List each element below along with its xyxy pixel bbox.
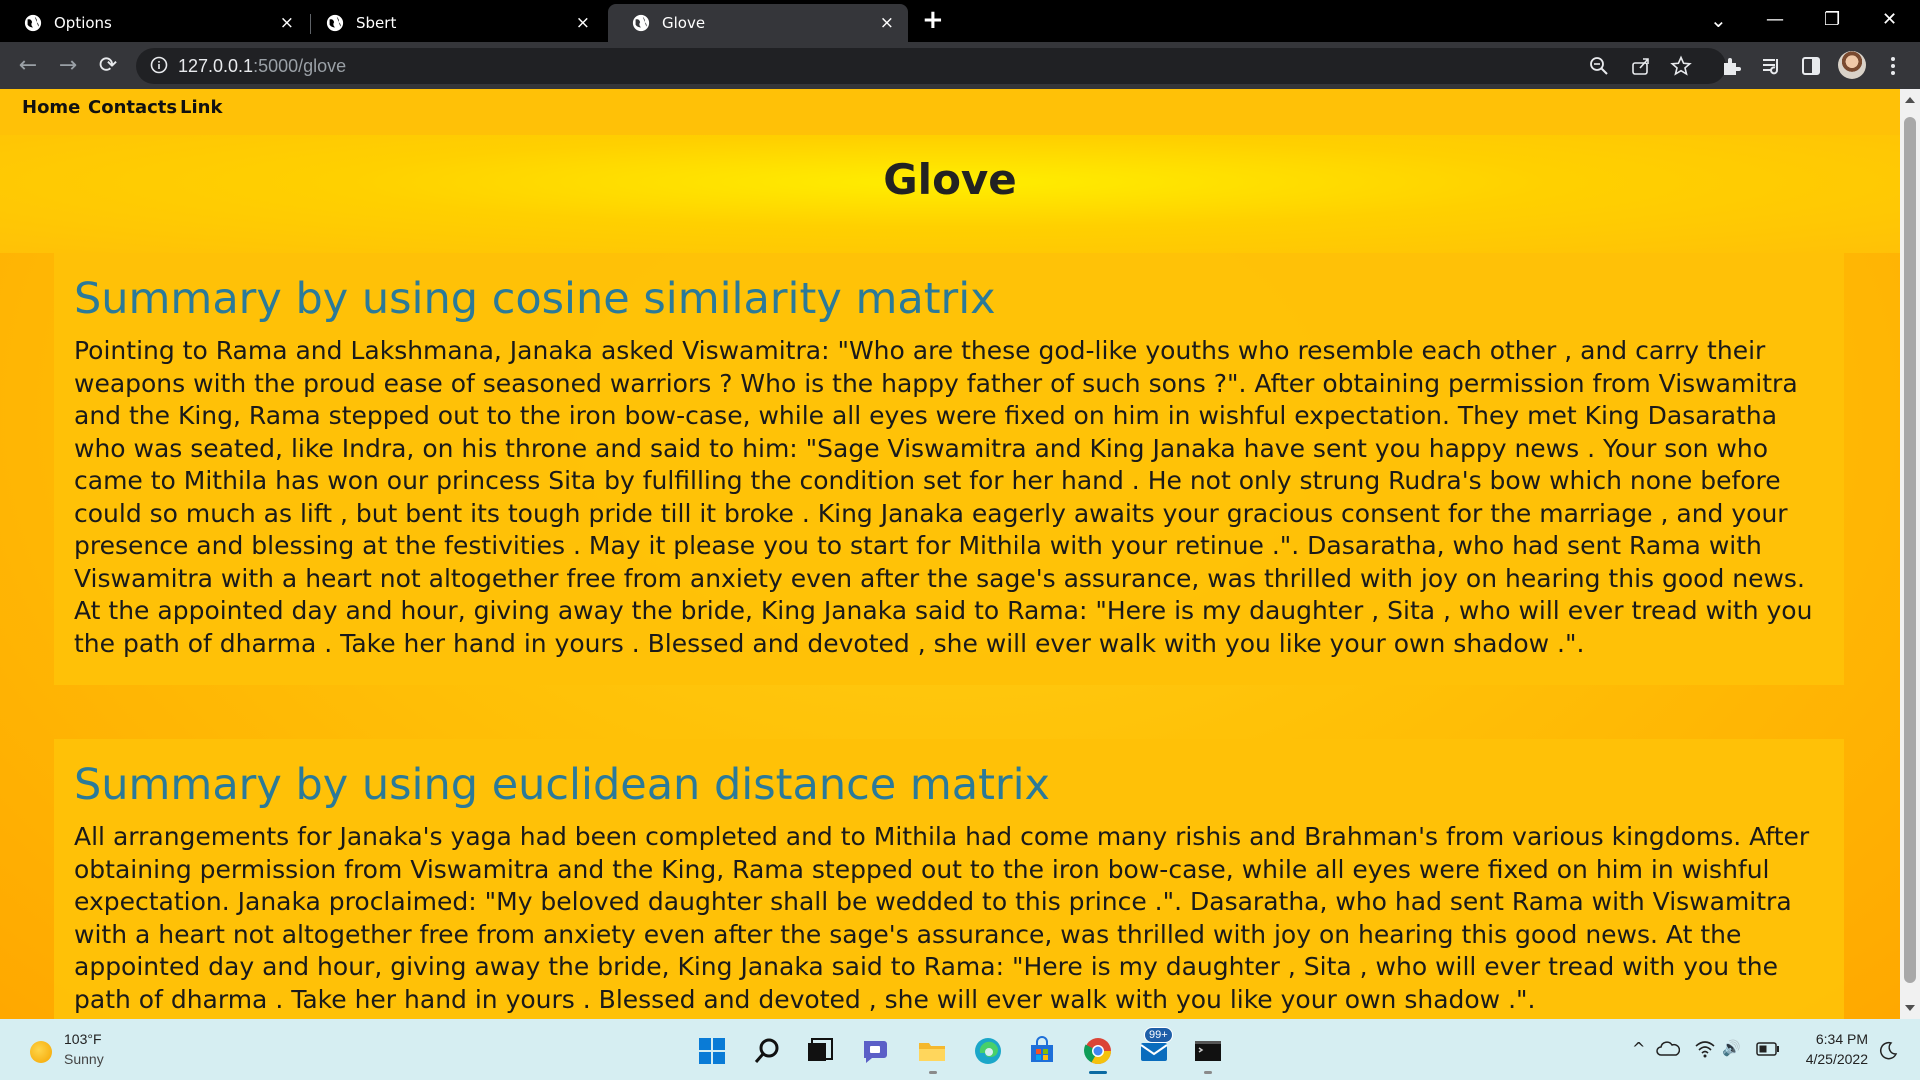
windows-start-icon[interactable] xyxy=(696,1035,728,1067)
forward-button[interactable]: → xyxy=(54,51,82,79)
chrome-icon[interactable] xyxy=(1082,1035,1114,1067)
address-bar[interactable]: 127.0.0.1:5000/glove xyxy=(136,48,1726,84)
battery-icon[interactable] xyxy=(1756,1041,1780,1057)
section-heading: Summary by using euclidean distance matr… xyxy=(74,760,1051,810)
minimize-button[interactable]: — xyxy=(1766,6,1784,34)
clock-time[interactable]: 6:34 PM xyxy=(1798,1031,1868,1047)
zoom-icon[interactable] xyxy=(1588,55,1610,77)
close-window-button[interactable]: ✕ xyxy=(1882,6,1897,34)
windows-taskbar: 103°F Sunny 99+ ^ 🔊 6:34 PM 4/25/2022 xyxy=(0,1019,1920,1080)
top-navigation: Home Contacts Link xyxy=(0,89,1900,135)
scroll-up-arrow-icon[interactable] xyxy=(1905,97,1915,103)
tab-title: Glove xyxy=(662,14,706,32)
url-host: 127.0.0.1 xyxy=(178,56,254,76)
do-not-disturb-moon-icon[interactable] xyxy=(1878,1041,1898,1061)
summary-text: All arrangements for Janaka's yaga had b… xyxy=(74,822,1810,1014)
nav-link-link[interactable]: Link xyxy=(180,97,222,118)
page-title: Glove xyxy=(883,155,1017,204)
onedrive-cloud-icon[interactable] xyxy=(1656,1039,1680,1059)
search-icon[interactable] xyxy=(752,1035,784,1067)
tab-glove[interactable]: Glove × xyxy=(608,4,908,42)
tab-close-icon[interactable]: × xyxy=(880,13,894,33)
globe-icon xyxy=(632,14,650,32)
running-indicator xyxy=(1204,1071,1212,1074)
share-icon[interactable] xyxy=(1630,55,1652,77)
browser-toolbar: ← → ⟳ 127.0.0.1:5000/glove xyxy=(0,42,1920,89)
info-icon[interactable] xyxy=(150,56,168,74)
page-viewport: Home Contacts Link Glove Summary by usin… xyxy=(0,89,1900,1019)
tab-sbert[interactable]: Sbert × xyxy=(302,4,604,42)
notification-badge: 99+ xyxy=(1144,1027,1173,1043)
teams-chat-icon[interactable] xyxy=(860,1035,892,1067)
reload-button[interactable]: ⟳ xyxy=(94,51,122,79)
vertical-scrollbar[interactable] xyxy=(1900,89,1920,1019)
url-text[interactable]: 127.0.0.1:5000/glove xyxy=(178,56,346,77)
tab-title: Options xyxy=(54,14,112,32)
page-header: Glove xyxy=(0,135,1900,253)
edge-browser-icon[interactable] xyxy=(972,1035,1004,1067)
nav-link-contacts[interactable]: Contacts xyxy=(88,97,177,118)
file-explorer-icon[interactable] xyxy=(916,1035,948,1067)
bookmark-star-icon[interactable] xyxy=(1670,55,1692,77)
section-heading: Summary by using cosine similarity matri… xyxy=(74,274,996,324)
summary-text: Pointing to Rama and Lakshmana, Janaka a… xyxy=(74,336,1813,658)
tab-close-icon[interactable]: × xyxy=(576,13,590,33)
nav-link-home[interactable]: Home xyxy=(22,97,80,118)
show-hidden-icons-icon[interactable]: ^ xyxy=(1632,1039,1645,1058)
tab-strip: Options × Sbert × Glove × + ⌄ — ❐ ✕ xyxy=(0,0,1920,42)
side-panel-icon[interactable] xyxy=(1800,55,1822,77)
task-view-icon[interactable] xyxy=(804,1035,836,1067)
clock-date[interactable]: 4/25/2022 xyxy=(1788,1051,1868,1067)
weather-condition[interactable]: Sunny xyxy=(64,1051,104,1067)
tab-options[interactable]: Options × xyxy=(0,4,308,42)
terminal-icon[interactable] xyxy=(1192,1035,1224,1067)
wifi-icon[interactable] xyxy=(1694,1039,1716,1059)
reading-list-icon[interactable] xyxy=(1761,55,1783,77)
globe-icon xyxy=(326,14,344,32)
weather-temperature[interactable]: 103°F xyxy=(64,1031,102,1047)
summary-card-cosine: Summary by using cosine similarity matri… xyxy=(54,253,1844,685)
summary-card-euclidean: Summary by using euclidean distance matr… xyxy=(54,739,1844,1019)
sun-icon[interactable] xyxy=(30,1041,52,1063)
volume-icon[interactable]: 🔊 xyxy=(1722,1039,1741,1057)
running-indicator xyxy=(929,1071,937,1074)
tab-title: Sbert xyxy=(356,14,397,32)
globe-icon xyxy=(24,14,42,32)
scrollbar-thumb[interactable] xyxy=(1904,117,1916,983)
menu-icon[interactable] xyxy=(1882,55,1904,77)
back-button[interactable]: ← xyxy=(14,51,42,79)
scroll-down-arrow-icon[interactable] xyxy=(1905,1005,1915,1011)
extensions-icon[interactable] xyxy=(1720,55,1742,77)
tab-close-icon[interactable]: × xyxy=(280,13,294,33)
url-path: :5000/glove xyxy=(253,56,347,76)
restore-button[interactable]: ❐ xyxy=(1824,6,1840,34)
profile-avatar[interactable] xyxy=(1838,51,1866,79)
tab-search-icon[interactable]: ⌄ xyxy=(1710,6,1727,34)
new-tab-button[interactable]: + xyxy=(922,7,944,33)
active-app-indicator xyxy=(1089,1071,1107,1074)
microsoft-store-icon[interactable] xyxy=(1026,1035,1058,1067)
